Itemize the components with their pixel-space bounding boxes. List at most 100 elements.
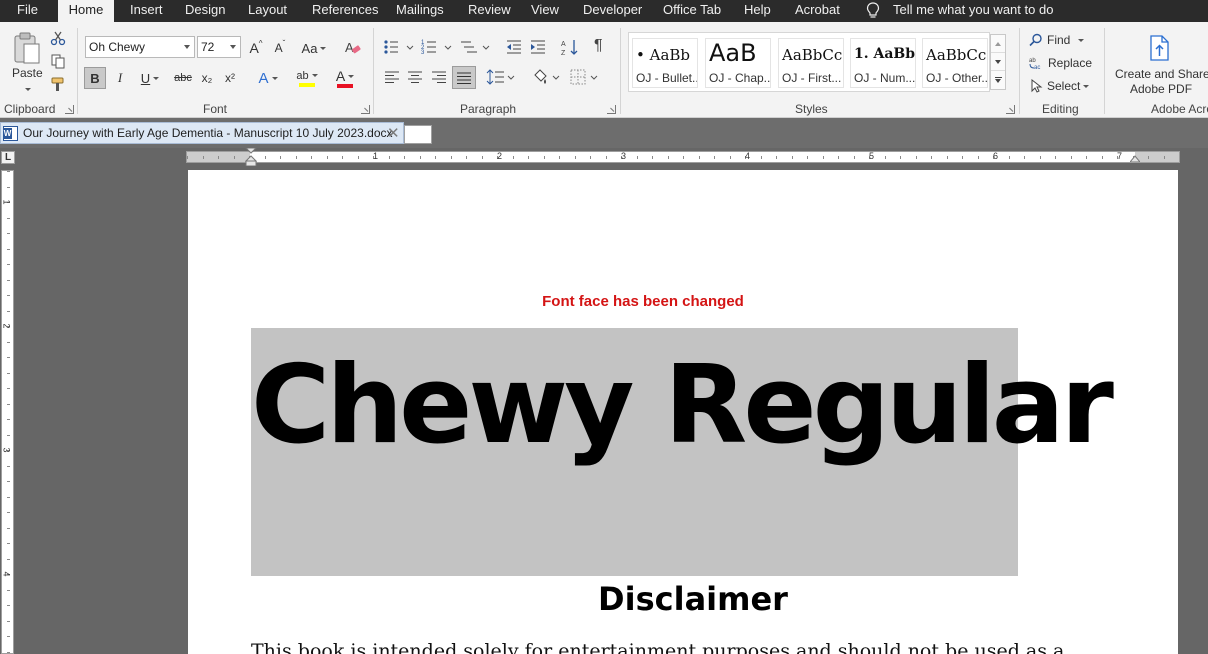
tab-help[interactable]: Help: [744, 0, 771, 22]
paste-label[interactable]: Paste: [12, 66, 43, 80]
bullets-icon[interactable]: [383, 38, 415, 56]
style-tile-first[interactable]: AaBbCc OJ - First...: [778, 38, 844, 88]
vertical-ruler[interactable]: 1 2 3 4: [1, 170, 14, 654]
justify-button[interactable]: [452, 66, 476, 89]
paste-button[interactable]: [8, 28, 46, 68]
tab-file[interactable]: File: [17, 0, 38, 22]
multilevel-list-icon[interactable]: [459, 38, 491, 56]
text-effects-button[interactable]: A: [252, 67, 284, 89]
ruler-number: 2: [1, 323, 12, 329]
font-launcher-icon[interactable]: [361, 105, 370, 114]
decrease-indent-icon[interactable]: [505, 38, 523, 56]
tab-view[interactable]: View: [531, 0, 559, 22]
format-painter-icon[interactable]: [50, 76, 66, 92]
align-center-icon[interactable]: [407, 69, 423, 85]
ruler-number: 7: [1117, 151, 1123, 161]
tab-review[interactable]: Review: [468, 0, 511, 22]
style-name: OJ - First...: [782, 71, 842, 85]
show-formatting-marks-icon[interactable]: ¶: [594, 37, 603, 55]
gallery-expand-button[interactable]: [991, 71, 1005, 89]
tab-layout[interactable]: Layout: [248, 0, 287, 22]
sort-icon[interactable]: AZ: [561, 38, 579, 56]
svg-text:ab: ab: [1029, 58, 1036, 64]
tab-selector[interactable]: L: [1, 151, 15, 164]
tab-developer[interactable]: Developer: [583, 0, 642, 22]
paragraph-launcher-icon[interactable]: [607, 105, 616, 114]
clipboard-launcher-icon[interactable]: [65, 105, 74, 114]
style-tile-other[interactable]: AaBbCc OJ - Other...: [922, 38, 988, 88]
chevron-down-icon[interactable]: [230, 45, 236, 49]
tab-insert[interactable]: Insert: [130, 0, 163, 22]
underline-button[interactable]: U: [134, 67, 166, 89]
tab-home[interactable]: Home: [58, 0, 114, 22]
hero-title[interactable]: Chewy Regular: [251, 336, 1114, 476]
new-tab-button[interactable]: [404, 125, 432, 144]
align-right-icon[interactable]: [431, 69, 447, 85]
paste-dropdown-caret[interactable]: [25, 88, 31, 91]
borders-icon[interactable]: [569, 68, 601, 86]
tell-me-search[interactable]: Tell me what you want to do: [893, 0, 1053, 20]
ruler-tick: [7, 248, 10, 250]
style-tile-chapter[interactable]: AaB OJ - Chap...: [705, 38, 771, 88]
disclaimer-heading[interactable]: Disclaimer: [188, 580, 1198, 618]
strikethrough-button[interactable]: abc: [171, 67, 195, 89]
right-indent-marker-icon[interactable]: [1130, 152, 1140, 162]
gallery-scroll-down-button[interactable]: [991, 53, 1005, 71]
ruler-tick: [1024, 156, 1025, 159]
tab-office-tab[interactable]: Office Tab: [663, 0, 721, 22]
ruler-tick: [7, 171, 10, 172]
style-tile-numbered[interactable]: 1. AaBb OJ - Num...: [850, 38, 916, 88]
highlight-button[interactable]: ab: [290, 67, 324, 89]
ruler-tick: [7, 434, 10, 436]
font-name-input[interactable]: Oh Chewy: [85, 36, 195, 58]
change-case-button[interactable]: Aa: [298, 38, 330, 58]
tab-references[interactable]: References: [312, 0, 378, 22]
bold-button[interactable]: B: [84, 67, 106, 89]
shrink-font-button[interactable]: Aˇ: [270, 38, 290, 58]
ruler-tick: [915, 156, 917, 159]
selected-text-highlight[interactable]: Chewy Regular: [251, 328, 1114, 576]
tab-acrobat[interactable]: Acrobat: [795, 0, 840, 22]
subscript-button[interactable]: x₂: [197, 67, 217, 89]
ruler-tick: [7, 341, 10, 343]
document-tab[interactable]: Our Journey with Early Age Dementia - Ma…: [0, 122, 404, 144]
lightbulb-icon[interactable]: [866, 2, 880, 20]
close-tab-icon[interactable]: ✕: [387, 124, 400, 142]
ruler-number: 1: [373, 151, 379, 161]
grow-font-button[interactable]: A ^: [246, 38, 266, 58]
horizontal-ruler[interactable]: 1 2 3 4 5 6 7: [186, 148, 1180, 166]
grow-font-label: A: [249, 40, 259, 56]
gallery-scroll-up-button[interactable]: [991, 35, 1005, 53]
chevron-down-icon[interactable]: [184, 45, 190, 49]
line-spacing-icon[interactable]: [486, 68, 518, 86]
cut-icon[interactable]: [50, 30, 66, 46]
document-page[interactable]: Font face has been changed Chewy Regular…: [188, 170, 1178, 654]
select-button[interactable]: Select: [1031, 77, 1090, 95]
font-color-button[interactable]: A: [328, 67, 362, 89]
ruler-tick: [7, 372, 10, 374]
style-tile-bullet[interactable]: • AaBb OJ - Bullet...: [632, 38, 698, 88]
create-share-pdf-button[interactable]: Create and Share Adobe PDF: [1112, 30, 1208, 98]
body-paragraph[interactable]: This book is intended solely for enterta…: [251, 640, 1151, 654]
align-left-icon[interactable]: [384, 69, 400, 85]
justify-icon: [457, 72, 471, 84]
ruler-tick: [667, 156, 669, 159]
styles-group-label: Styles: [795, 102, 828, 116]
shading-icon[interactable]: [531, 68, 563, 86]
indent-marker-icon[interactable]: [245, 148, 257, 166]
replace-button[interactable]: ab ac Replace: [1029, 54, 1092, 72]
superscript-button[interactable]: x²: [220, 67, 240, 89]
find-button[interactable]: Find: [1029, 31, 1085, 49]
clear-formatting-icon[interactable]: A: [344, 39, 362, 57]
font-group-label: Font: [203, 102, 228, 116]
italic-button[interactable]: I: [110, 67, 130, 89]
increase-indent-icon[interactable]: [529, 38, 547, 56]
font-size-input[interactable]: 72: [197, 36, 241, 58]
copy-icon[interactable]: [50, 53, 66, 69]
style-sample: AaB: [709, 39, 757, 67]
styles-launcher-icon[interactable]: [1006, 105, 1015, 114]
numbering-icon[interactable]: 1 2 3: [421, 38, 453, 56]
tab-mailings[interactable]: Mailings: [396, 0, 444, 22]
ruler-tick: [7, 388, 10, 389]
tab-design[interactable]: Design: [185, 0, 225, 22]
